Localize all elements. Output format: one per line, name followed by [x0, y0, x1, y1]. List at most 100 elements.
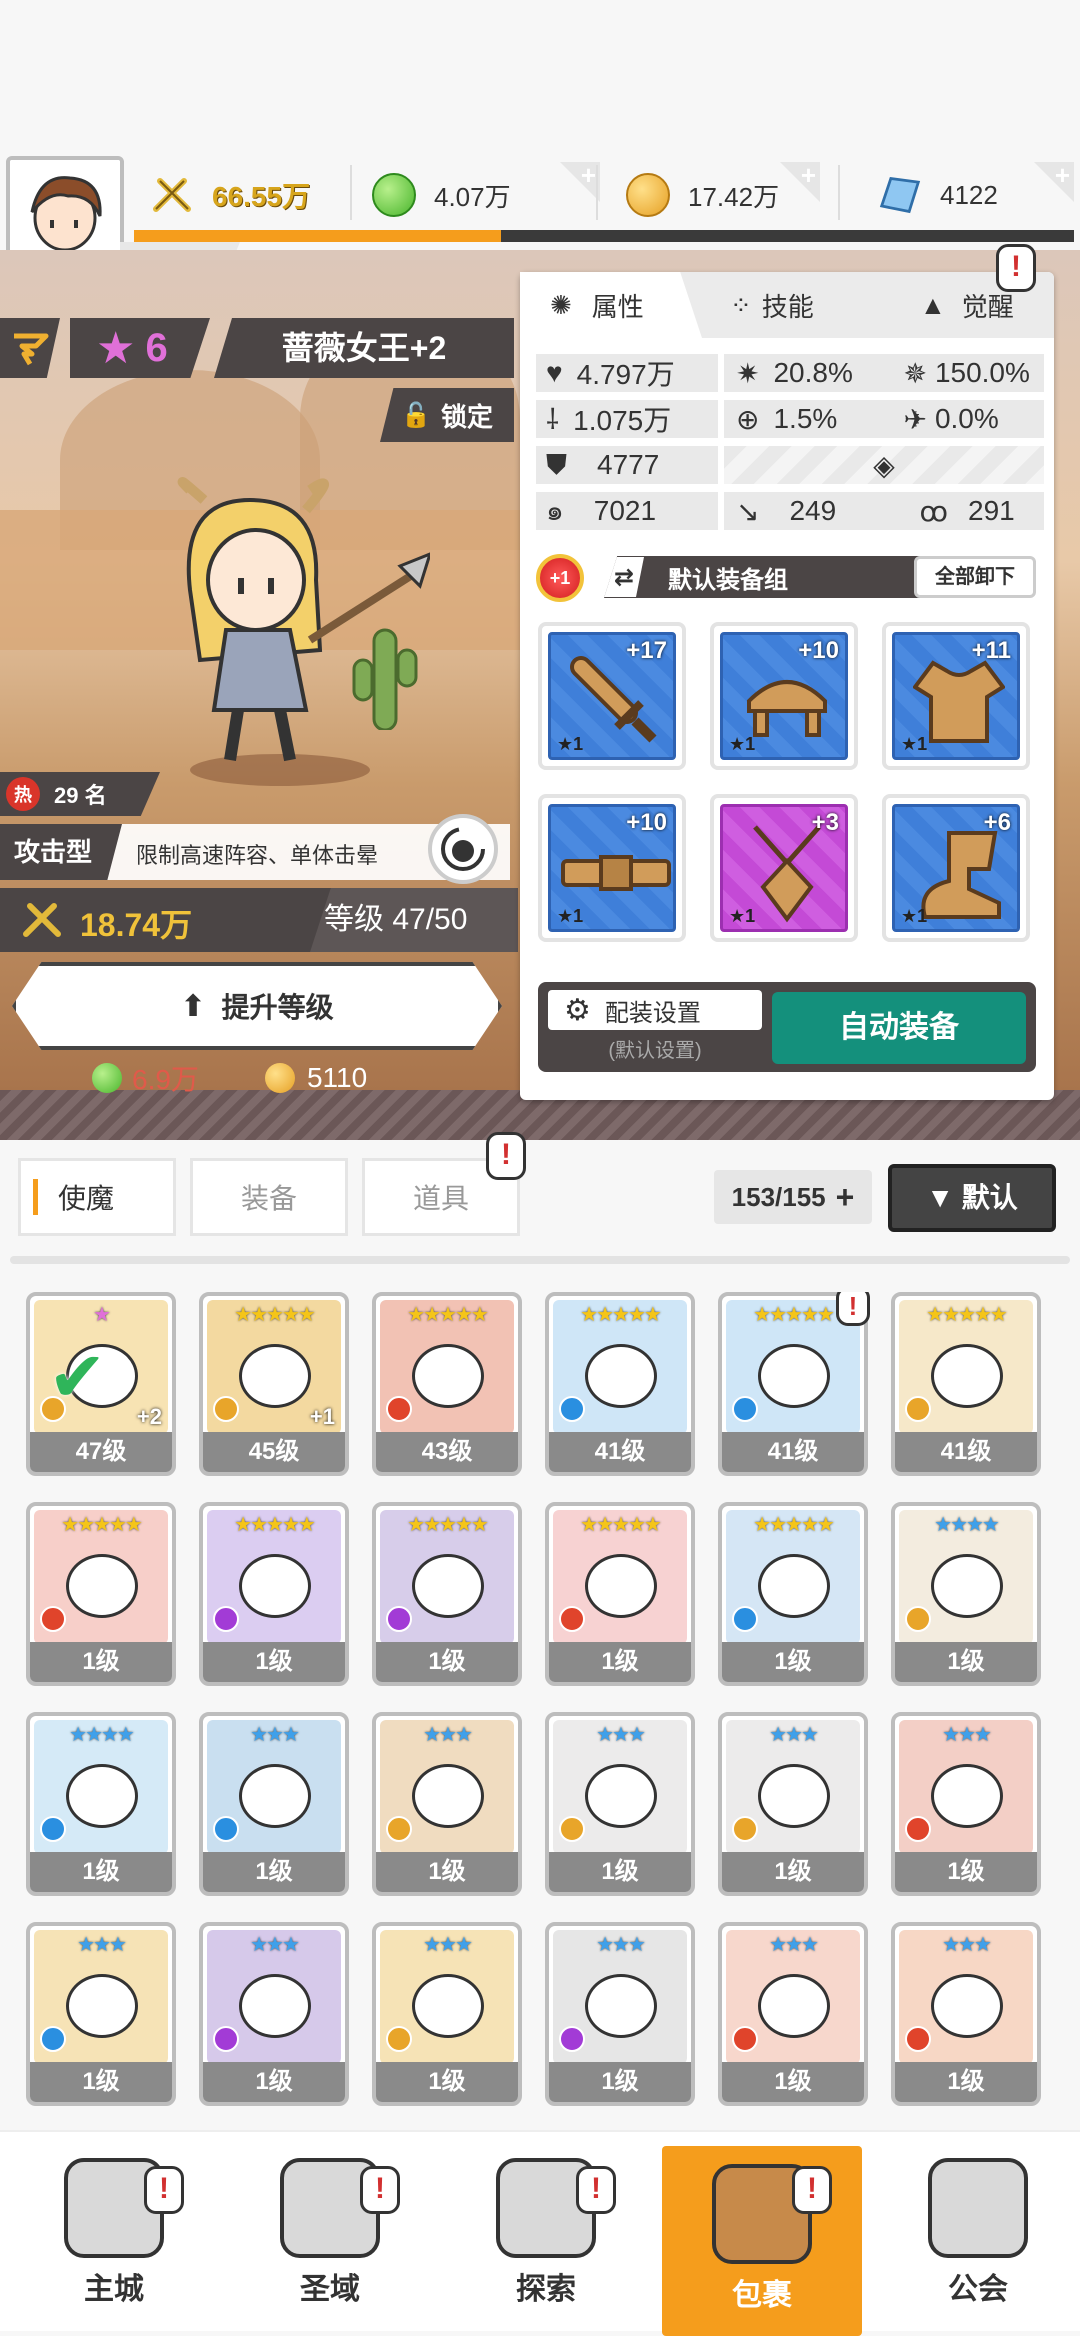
unlock-icon: 🔓: [401, 401, 431, 429]
lock-button[interactable]: 🔓 锁定: [380, 388, 514, 442]
fire-element-icon: [559, 1606, 585, 1632]
monster-card[interactable]: ★★★ 1级: [26, 1922, 176, 2106]
green-gem-icon: [372, 173, 416, 217]
monster-card[interactable]: ★★★★★ 1级: [199, 1502, 349, 1686]
monster-card[interactable]: ★★★ 1级: [718, 1712, 868, 1896]
monster-stars: ★★★: [942, 1724, 992, 1746]
nav-guild[interactable]: 公会: [878, 2140, 1078, 2330]
dark-element-icon: [213, 2026, 239, 2052]
monster-card[interactable]: ★★★★★ 43级: [372, 1292, 522, 1476]
monster-card[interactable]: ★★★ 1级: [372, 1712, 522, 1896]
equip-slot-helmet[interactable]: +10 ★1: [710, 622, 858, 770]
monster-card[interactable]: ★★★ 1级: [199, 1712, 349, 1896]
monster-face: [585, 1974, 657, 2038]
info-diamond-icon: ◈: [873, 449, 895, 481]
gear-icon: ⚙: [564, 993, 591, 1027]
nav-label: 探索: [516, 2273, 576, 2306]
monster-card[interactable]: ★★★★★ 41级: [891, 1292, 1041, 1476]
monster-card[interactable]: ★ +2 ✔ 47级: [26, 1292, 176, 1476]
monster-card[interactable]: ★★★ 1级: [718, 1922, 868, 2106]
monster-stars: ★★★★★: [580, 1514, 662, 1536]
fire-element-icon: [732, 2026, 758, 2052]
monster-card[interactable]: ★★★ 1级: [891, 1712, 1041, 1896]
nav-castle[interactable]: 主城: [14, 2140, 214, 2330]
equip-slot-armor[interactable]: +11 ★1: [882, 622, 1030, 770]
monster-card[interactable]: ★★★ 1级: [545, 1712, 695, 1896]
monster-face: [585, 1344, 657, 1408]
monster-face: [412, 1554, 484, 1618]
nav-alert-icon: !: [792, 2166, 832, 2214]
hot-flame-icon: 热: [6, 777, 40, 811]
monster-level: 1级: [203, 2062, 345, 2102]
monster-stars: ★★★★★: [234, 1514, 316, 1536]
nav-bag[interactable]: 包裹: [662, 2146, 862, 2336]
hero-switch-button[interactable]: [428, 814, 498, 884]
stat-hidden-row[interactable]: ◈: [724, 446, 1044, 484]
roster-count[interactable]: 153/155 +: [714, 1170, 872, 1224]
crit-icon: ✷: [736, 357, 760, 389]
nav-alert-icon: !: [360, 2166, 400, 2214]
stat-dodge-value: 0.0%: [934, 403, 999, 434]
monster-card[interactable]: ★★★★★ 1级: [26, 1502, 176, 1686]
nav-label: 公会: [948, 2273, 1008, 2306]
stat-def-value: 4777: [597, 449, 660, 480]
sword-icon: ⸸: [546, 404, 560, 435]
awaken-icon: ▲: [920, 289, 946, 320]
equip-slot-belt[interactable]: +10 ★1: [538, 794, 686, 942]
loadout-settings-label: 配装设置: [604, 999, 701, 1027]
green-gem-plus-button[interactable]: +: [560, 162, 600, 202]
monster-stars: ★★★: [423, 1934, 473, 1956]
diamond-plus-button[interactable]: +: [1034, 162, 1074, 202]
monster-level: 1级: [895, 2062, 1037, 2102]
equip-slot-weapon[interactable]: +17 ★1: [538, 622, 686, 770]
active-tab-indicator: [33, 1179, 38, 1215]
upgrade-cost-green: 6.9万: [132, 1064, 199, 1095]
monster-card[interactable]: ★★★★★ 1级: [718, 1502, 868, 1686]
water-element-icon: [40, 2026, 66, 2052]
equip-armor-star: ★1: [901, 734, 928, 754]
equip-slot-necklace[interactable]: +3 ★1: [710, 794, 858, 942]
monster-card[interactable]: ★★★★★ 41级: [545, 1292, 695, 1476]
equip-group-level-badge: +1: [536, 554, 584, 602]
hot-rank-tag[interactable]: 热 29 名: [0, 772, 160, 816]
nav-label: 圣域: [300, 2273, 360, 2306]
monster-card[interactable]: ★★★ 1级: [891, 1922, 1041, 2106]
monster-face: [758, 1764, 830, 1828]
filter-tab-equipment[interactable]: 装备: [190, 1158, 348, 1236]
equip-boots-plus: +6: [983, 809, 1011, 836]
stat-crit-value: 20.8%: [773, 357, 853, 388]
sort-button[interactable]: ▼ 默认: [888, 1164, 1056, 1232]
nav-explore[interactable]: 探索: [446, 2140, 646, 2330]
auto-equip-button[interactable]: 自动装备: [772, 992, 1026, 1064]
fire-element-icon: [905, 2026, 931, 2052]
equip-group-selector[interactable]: ⇄ 默认装备组: [604, 556, 934, 598]
unequip-all-button[interactable]: 全部卸下: [914, 556, 1036, 598]
stat-hp-value: 4.797万: [576, 359, 675, 390]
monster-card[interactable]: ★★★ 1级: [545, 1922, 695, 2106]
monster-stars: ★: [93, 1304, 111, 1326]
upgrade-level-button[interactable]: ⬆ 提升等级: [12, 962, 502, 1050]
gold-plus-button[interactable]: +: [780, 162, 820, 202]
tab-attributes[interactable]: ✺ 属性: [550, 272, 644, 338]
diamond-display: 4122: [878, 158, 998, 232]
monster-card[interactable]: ★★★★ 1级: [26, 1712, 176, 1896]
monster-card[interactable]: ★★★★ 1级: [891, 1502, 1041, 1686]
monster-card[interactable]: ★★★ 1级: [199, 1922, 349, 2106]
stat-atk-value: 1.075万: [573, 405, 672, 436]
monster-level: 1级: [203, 1852, 345, 1892]
nav-portal[interactable]: 圣域: [230, 2140, 430, 2330]
monster-level: 45级: [203, 1432, 345, 1472]
monster-card[interactable]: ★★★★★ +1 45级: [199, 1292, 349, 1476]
fire-element-icon: [40, 1606, 66, 1632]
monster-level: 1级: [376, 2062, 518, 2102]
monster-card[interactable]: ★★★★★ 1级: [372, 1502, 522, 1686]
filter-tab-monsters[interactable]: 使魔: [18, 1158, 176, 1236]
monster-stars: ★★★: [942, 1934, 992, 1956]
monster-card[interactable]: ★★★★★ 1级: [545, 1502, 695, 1686]
tab-skills[interactable]: ⁘ 技能: [730, 272, 814, 338]
monster-card[interactable]: ★★★ 1级: [372, 1922, 522, 2106]
equip-slot-boots[interactable]: +6 ★1: [882, 794, 1030, 942]
loadout-settings-button[interactable]: ⚙ 配装设置: [548, 990, 762, 1030]
hero-detail-panel: ✺ 属性 ⁘ 技能 ▲ 觉醒 ! ♥ 4.797万 ✷ 20.8% ✵ 150.0% ⸸…: [520, 244, 1054, 1100]
fire-element-icon: [386, 1396, 412, 1422]
